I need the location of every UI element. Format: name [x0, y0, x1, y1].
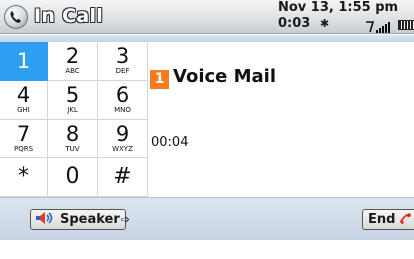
header-strip — [0, 35, 414, 42]
key-letters: GHI — [17, 106, 30, 115]
app-title: In Call — [34, 5, 104, 27]
key-8[interactable]: 8 TUV — [48, 119, 98, 159]
key-digit: 0 — [65, 164, 80, 190]
key-1[interactable]: 1 — [0, 42, 48, 81]
key-letters: MNO — [114, 106, 131, 115]
key-3[interactable]: 3 DEF — [98, 42, 148, 81]
key-digit: * — [18, 164, 29, 190]
status-call-duration: 0:03 — [278, 16, 311, 31]
key-digit: 3 — [115, 44, 130, 69]
key-digit: # — [113, 164, 132, 190]
key-digit: 9 — [115, 121, 130, 146]
contact-name: Voice Mail — [173, 66, 277, 87]
bottom-empty-area — [0, 240, 414, 259]
key-letters: ABC — [65, 67, 80, 76]
key-letters: TUV — [65, 144, 80, 153]
key-0[interactable]: 0 — [48, 158, 98, 197]
key-letters: DEF — [115, 67, 130, 76]
speed-dial-badge: 1 — [150, 70, 169, 89]
end-label: End — [368, 212, 396, 227]
call-timer: 00:04 — [151, 135, 189, 150]
battery-icon — [398, 20, 414, 30]
key-star[interactable]: * — [0, 158, 48, 197]
key-digit: 7 — [16, 121, 31, 146]
key-9[interactable]: 9 WXYZ — [98, 119, 148, 159]
key-5[interactable]: 5 JKL — [48, 80, 98, 120]
bluetooth-icon: ✱ — [320, 17, 330, 30]
key-letters: WXYZ — [112, 144, 133, 153]
key-letters: JKL — [67, 106, 78, 115]
key-digit: 2 — [65, 44, 80, 69]
status-date-time: Nov 13, 1:55 pm — [278, 0, 399, 15]
key-letters: PQRS — [13, 144, 34, 153]
key-digit: 1 — [16, 48, 31, 73]
dial-keypad: 1 2 ABC 3 DEF 4 GHI 5 JKL 6 MNO 7 PQRS 8… — [0, 42, 148, 197]
chevron-right-icon: ➩ — [120, 213, 131, 226]
key-6[interactable]: 6 MNO — [98, 80, 148, 120]
key-digit: 8 — [65, 121, 80, 146]
phone-handset-icon — [4, 5, 28, 29]
speaker-label: Speaker — [60, 212, 120, 227]
key-2[interactable]: 2 ABC — [48, 42, 98, 81]
key-4[interactable]: 4 GHI — [0, 80, 48, 120]
key-digit: 5 — [65, 83, 80, 108]
speakerphone-icon — [35, 210, 57, 229]
key-7[interactable]: 7 PQRS — [0, 119, 48, 159]
end-call-button[interactable]: End — [362, 209, 414, 230]
hang-up-icon — [398, 210, 412, 229]
key-digit: 6 — [115, 83, 130, 108]
key-digit: 4 — [16, 83, 31, 108]
call-action-bar: Speaker ➩ End — [0, 197, 414, 240]
title-bar: In Call Nov 13, 1:55 pm 0:03 ✱ — [0, 0, 414, 34]
speaker-button[interactable]: Speaker ➩ — [30, 209, 130, 230]
key-hash[interactable]: # — [98, 158, 148, 197]
